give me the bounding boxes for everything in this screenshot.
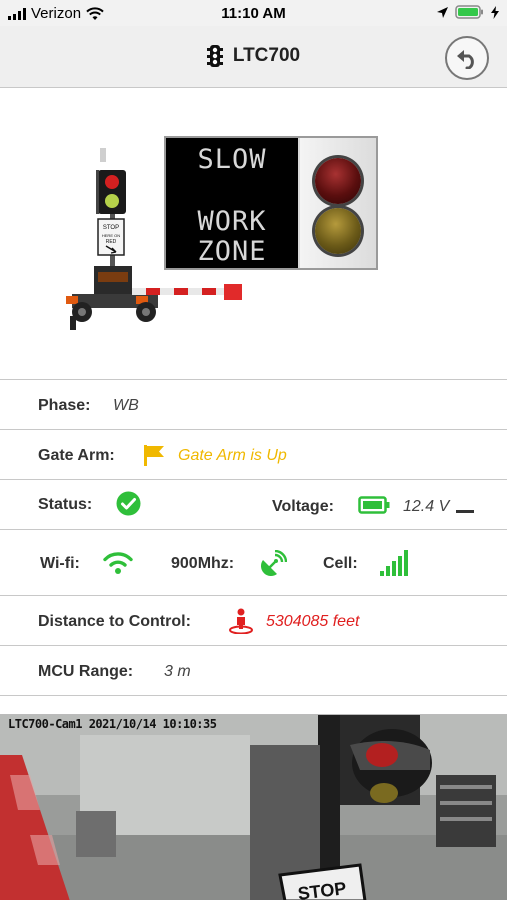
camera-frame: STOP xyxy=(0,715,507,900)
camera-feed[interactable]: STOP LTC700-Cam1 2021/10/14 10:10:35 xyxy=(0,714,507,900)
distance-label: Distance to Control: xyxy=(38,613,191,630)
mcu-range-value: 3 m xyxy=(164,663,191,680)
svg-text:STOP: STOP xyxy=(103,225,119,231)
device-hero: STOP HERE ON RED SLOW WORK ZONE xyxy=(0,88,507,379)
mcu-range-row: MCU Range: 3 m xyxy=(0,645,507,696)
radio-label: 900Mhz: xyxy=(171,555,235,572)
traffic-light-icon xyxy=(206,45,223,67)
mcu-range-label: MCU Range: xyxy=(38,663,134,680)
svg-text:HERE ON: HERE ON xyxy=(102,233,120,238)
satellite-icon xyxy=(261,550,287,576)
connectivity-row: Wi-fi: 900Mhz: Cell: xyxy=(0,529,507,595)
gate-arm-label: Gate Arm: xyxy=(38,447,115,464)
battery-icon xyxy=(358,496,390,514)
red-lamp xyxy=(315,158,361,204)
voltage-trend-icon xyxy=(456,510,474,513)
phase-row: Phase: WB xyxy=(0,379,507,429)
sign-line-3: ZONE xyxy=(197,236,267,267)
cell-label: Cell: xyxy=(323,555,358,572)
distance-row: Distance to Control: 5304085 feet xyxy=(0,595,507,645)
nav-header: LTC700 xyxy=(0,26,507,88)
sign-line-2: WORK xyxy=(197,206,267,237)
clock: 11:10 AM xyxy=(221,5,286,22)
distance-value: 5304085 feet xyxy=(266,613,360,630)
sign-line-1: SLOW xyxy=(197,144,267,175)
status-label: Status: xyxy=(38,496,93,513)
message-sign: SLOW WORK ZONE xyxy=(164,136,378,270)
flag-icon xyxy=(144,445,164,466)
check-circle-icon xyxy=(116,491,141,516)
sign-lights-panel xyxy=(300,138,376,268)
system-status-group xyxy=(436,5,499,19)
charging-bolt-icon xyxy=(491,5,499,19)
page-title: LTC700 xyxy=(232,45,301,66)
status-bar: Verizon 11:10 AM xyxy=(0,0,507,26)
wifi-label: Wi-fi: xyxy=(40,555,80,572)
gate-arm-row: Gate Arm: Gate Arm is Up xyxy=(0,429,507,479)
camera-timestamp: LTC700-Cam1 2021/10/14 10:10:35 xyxy=(8,717,217,731)
voltage-value: 12.4 V xyxy=(403,498,450,515)
cell-signal-icon xyxy=(380,550,408,576)
back-button[interactable] xyxy=(445,36,489,80)
phase-value: WB xyxy=(113,397,139,414)
wifi-icon xyxy=(103,552,133,574)
battery-status-icon xyxy=(455,5,483,19)
sign-text-panel: SLOW WORK ZONE xyxy=(166,138,298,268)
location-arrow-icon xyxy=(437,6,448,18)
phase-label: Phase: xyxy=(38,397,91,414)
title-group: LTC700 xyxy=(0,44,507,68)
svg-text:RED: RED xyxy=(106,239,117,245)
yellow-lamp xyxy=(315,208,361,254)
status-row: Status: Voltage: 12.4 V xyxy=(0,479,507,529)
gate-arm-value: Gate Arm is Up xyxy=(178,447,287,464)
person-location-icon xyxy=(229,608,253,634)
back-arrow-icon xyxy=(457,50,474,69)
voltage-label: Voltage: xyxy=(272,498,334,515)
